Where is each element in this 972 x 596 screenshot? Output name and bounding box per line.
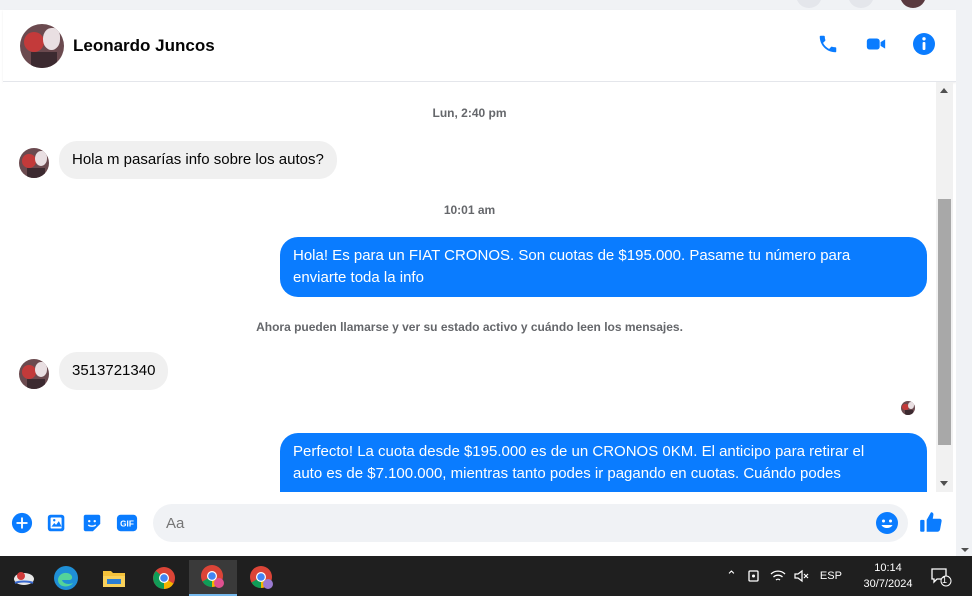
top-account-avatar[interactable] <box>900 0 926 8</box>
wifi-icon[interactable] <box>770 569 786 583</box>
page-scroll-gutter <box>956 0 972 556</box>
info-icon[interactable] <box>912 32 936 56</box>
contact-name[interactable]: Leonardo Juncos <box>73 36 215 56</box>
windows-taskbar: ⌃ ESP 10:14 30/7/2024 1 <box>0 556 972 596</box>
contact-avatar[interactable] <box>20 23 64 68</box>
chrome-icon[interactable] <box>140 560 188 596</box>
emoji-icon[interactable] <box>875 511 899 535</box>
composer-bar: GIF <box>3 492 956 556</box>
thumbs-up-icon[interactable] <box>918 509 944 535</box>
system-clock[interactable]: 10:14 30/7/2024 <box>858 560 918 592</box>
message-line: Perfecto! La cuota desde $195.000 es de … <box>293 443 865 460</box>
chrome-profile-2-icon[interactable] <box>238 560 286 596</box>
chevron-up-icon[interactable]: ⌃ <box>726 568 737 584</box>
edge-icon[interactable] <box>42 560 90 596</box>
top-profile-dot[interactable] <box>796 0 822 8</box>
file-explorer-icon[interactable] <box>90 560 138 596</box>
message-line: enviarte toda la info <box>293 269 424 286</box>
sticker-icon[interactable] <box>81 512 103 534</box>
scroll-down-arrow-icon[interactable] <box>940 481 948 486</box>
message-input[interactable] <box>153 504 908 542</box>
notification-center[interactable]: 1 <box>930 556 952 596</box>
sender-avatar[interactable] <box>19 359 49 389</box>
meet-now-icon[interactable] <box>747 569 761 583</box>
chrome-profile-icon[interactable] <box>189 560 237 596</box>
timestamp: Lun, 2:40 pm <box>432 106 507 120</box>
language-indicator[interactable]: ESP <box>820 570 842 582</box>
system-note: Ahora pueden llamarse y ver su estado ac… <box>256 320 683 334</box>
video-call-icon[interactable] <box>864 32 888 56</box>
sender-avatar[interactable] <box>19 148 49 178</box>
gif-label: GIF <box>120 520 134 529</box>
gif-icon[interactable]: GIF <box>115 512 139 534</box>
clock-time: 10:14 <box>874 562 902 574</box>
phone-icon[interactable] <box>816 32 840 56</box>
scroll-up-arrow-icon[interactable] <box>940 88 948 93</box>
chat-scrollbar[interactable] <box>936 82 953 492</box>
start-icon[interactable] <box>0 560 48 596</box>
top-profile-dot[interactable] <box>848 0 874 8</box>
message-list[interactable]: Lun, 2:40 pm Hola m pasarías info sobre … <box>3 82 936 492</box>
header-actions <box>816 32 936 56</box>
volume-muted-icon[interactable] <box>794 569 810 583</box>
timestamp: 10:01 am <box>443 203 496 217</box>
outgoing-message[interactable]: Perfecto! La cuota desde $195.000 es de … <box>280 433 927 492</box>
seen-indicator-avatar <box>901 401 915 415</box>
message-line: auto es de $7.100.000, mientras tanto po… <box>293 465 841 482</box>
clock-date: 30/7/2024 <box>863 578 913 590</box>
incoming-message[interactable]: 3513721340 <box>59 352 169 390</box>
tray-icons: ⌃ ESP <box>726 556 842 596</box>
notification-icon[interactable] <box>930 565 952 587</box>
messenger-window: Leonardo Juncos Lun, 2:40 pm Hola m pasa… <box>0 0 972 556</box>
top-strip <box>0 0 972 10</box>
incoming-message[interactable]: Hola m pasarías info sobre los autos? <box>59 141 337 179</box>
message-line: Hola! Es para un FIAT CRONOS. Son cuotas… <box>293 247 851 264</box>
notification-count: 1 <box>942 575 948 585</box>
add-icon[interactable] <box>11 512 33 534</box>
outgoing-message[interactable]: Hola! Es para un FIAT CRONOS. Son cuotas… <box>280 237 927 297</box>
chat-header: Leonardo Juncos <box>3 10 956 82</box>
resize-corner <box>956 540 972 556</box>
scroll-thumb[interactable] <box>938 199 951 445</box>
gallery-icon[interactable] <box>46 512 68 534</box>
